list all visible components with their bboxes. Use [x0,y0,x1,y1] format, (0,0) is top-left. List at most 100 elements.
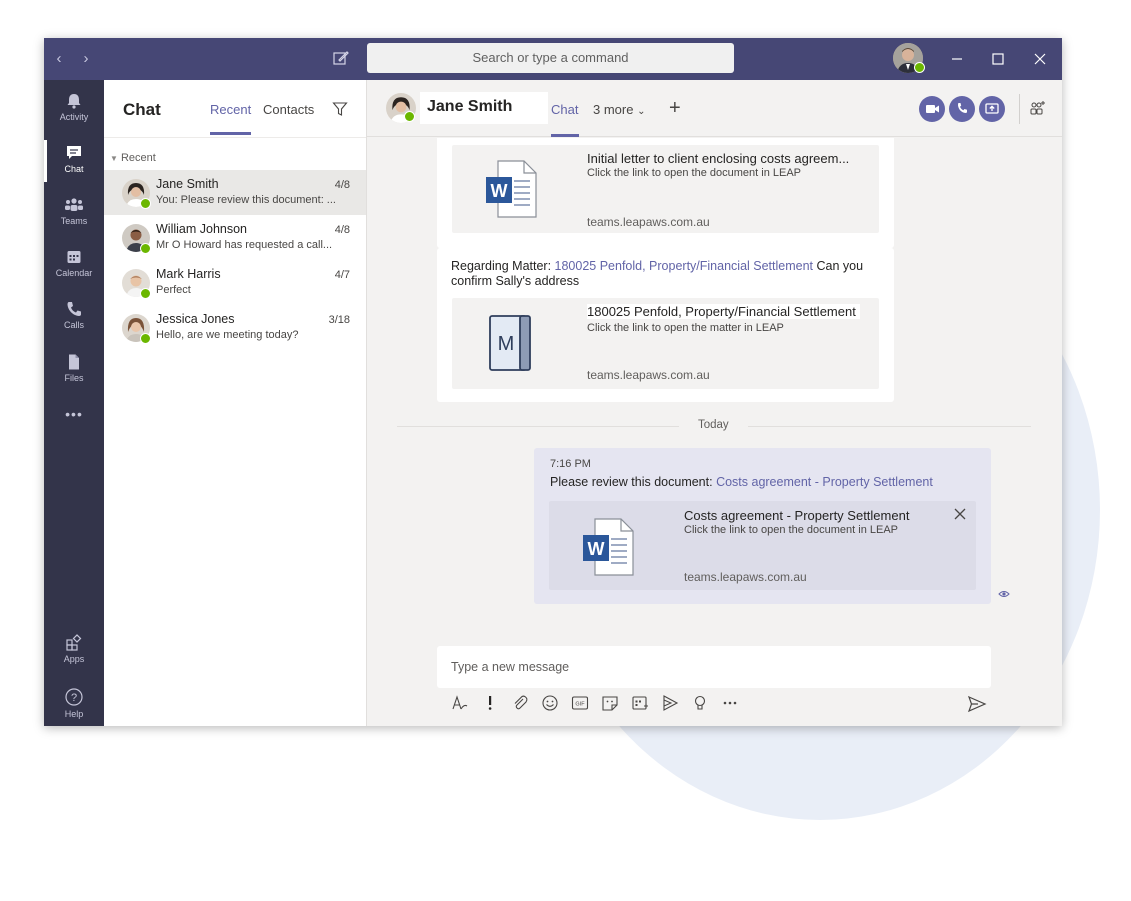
attachment-link[interactable]: teams.leapaws.com.au [587,368,710,382]
conversation-mark-harris[interactable]: Mark Harris 4/7 Perfect [104,260,366,305]
share-screen-button[interactable] [979,96,1005,122]
more-icon: ••• [65,406,83,422]
message-text: Please review this document: Costs agree… [550,475,933,489]
schedule-meeting-icon[interactable] [631,694,649,712]
phone-icon [67,302,81,316]
rail-apps[interactable]: Apps [44,626,104,676]
rail-teams[interactable]: Teams [44,188,104,238]
section-label-text: Recent [120,152,156,164]
conversation-william-johnson[interactable]: William Johnson 4/8 Mr O Howard has requ… [104,215,366,260]
help-icon: ? [65,688,83,706]
conversation-jane-smith[interactable]: Jane Smith 4/8 You: Please review this d… [104,170,366,215]
conversation-preview: Perfect [156,284,191,296]
video-call-button[interactable] [919,96,945,122]
presence-available-icon [140,198,151,209]
matter-icon: M [489,315,531,371]
tab-more-label: 3 more [593,102,634,117]
panel-title: Chat [123,100,161,119]
filter-icon[interactable] [332,101,348,117]
attachment-title: Initial letter to client enclosing costs… [587,151,850,166]
gif-icon[interactable]: GIF [571,694,589,712]
attachment-card[interactable]: M 180025 Penfold, Property/Financial Set… [452,298,879,389]
compose-icon[interactable] [332,49,350,67]
conversation-name: Jane Smith [156,177,219,191]
attachment-card[interactable]: W Costs agreement - Property Settlement … [549,501,976,590]
document-link[interactable]: Costs agreement - Property Settlement [716,475,933,489]
conversation-jessica-jones[interactable]: Jessica Jones 3/18 Hello, are we meeting… [104,305,366,350]
section-recent[interactable]: ▼ Recent [110,152,156,164]
attachment-subtitle: Click the link to open the matter in LEA… [587,322,784,334]
contact-name-box: Jane Smith [420,92,548,124]
more-options-icon[interactable] [721,694,739,712]
svg-text:?: ? [71,692,77,704]
rail-label: Calendar [55,268,93,278]
send-icon[interactable] [967,694,987,714]
conversation-name: William Johnson [156,222,248,236]
audio-call-button[interactable] [949,96,975,122]
share-screen-icon [985,103,999,114]
chat-list-panel: Chat Recent Contacts ▼ Recent Jane Smith… [104,80,367,726]
rail-activity[interactable]: Activity [44,84,104,134]
svg-text:GIF: GIF [575,702,585,708]
tab-more[interactable]: 3 more ⌄ [593,102,645,117]
rail-label: Files [64,373,84,383]
teams-window: ‹ › Search or type a command Activity Ch… [44,38,1062,726]
tab-contacts[interactable]: Contacts [263,102,314,117]
attachment-link[interactable]: teams.leapaws.com.au [587,215,710,229]
rail-calendar[interactable]: Calendar [44,240,104,290]
add-tab-button[interactable]: + [669,97,681,120]
attachment-link[interactable]: teams.leapaws.com.au [684,570,807,584]
important-icon[interactable] [481,694,499,712]
message-time: 7:16 PM [550,458,591,470]
close-icon[interactable] [953,507,967,521]
presence-available-icon [140,288,151,299]
format-icon[interactable] [451,694,469,712]
attachment-title: 180025 Penfold, Property/Financial Settl… [587,304,860,319]
rail-files[interactable]: Files [44,345,104,395]
rail-help[interactable]: ? Help [44,679,104,726]
add-people-icon[interactable] [1029,100,1047,118]
conversation-preview: Hello, are we meeting today? [156,329,299,341]
attach-icon[interactable] [511,694,529,712]
tab-chat[interactable]: Chat [551,102,578,117]
message-input-placeholder: Type a new message [451,660,570,674]
tab-recent[interactable]: Recent [210,102,251,117]
divider [104,137,366,138]
conversation-name: Jessica Jones [156,312,235,326]
presence-available-icon [404,111,415,122]
matter-icon-letter: M [498,333,515,355]
attachment-card[interactable]: W Initial letter to client enclosing cos… [452,145,879,233]
back-icon[interactable]: ‹ [52,50,66,67]
message-list[interactable]: W Initial letter to client enclosing cos… [367,138,1062,726]
conversation-preview: You: Please review this document: ... [156,194,336,206]
maximize-icon[interactable] [987,48,1009,70]
svg-text:W: W [588,539,605,559]
rail-chat[interactable]: Chat [44,136,104,186]
praise-icon[interactable] [691,694,709,712]
message-prefix: Please review this document: [550,475,717,489]
forward-icon[interactable]: › [79,50,93,67]
conversation-date: 4/8 [334,179,350,191]
apps-icon [66,634,82,651]
message-input[interactable]: Type a new message [437,646,991,688]
attachment-title: Costs agreement - Property Settlement [684,508,910,523]
minimize-icon[interactable] [946,48,968,70]
divider [1019,94,1020,124]
file-icon [69,354,79,370]
emoji-icon[interactable] [541,694,559,712]
divider [748,426,1031,427]
app-rail: Activity Chat Teams Calendar Calls Files… [44,80,104,726]
rail-more[interactable]: ••• [44,406,104,436]
bell-icon [67,94,81,109]
video-icon [926,105,939,113]
sticker-icon[interactable] [601,694,619,712]
attachment-subtitle: Click the link to open the document in L… [684,524,899,536]
close-icon[interactable] [1029,48,1051,70]
stream-icon[interactable] [661,694,679,712]
search-input[interactable]: Search or type a command [367,43,734,73]
message-prefix: Regarding Matter: [451,259,555,273]
svg-text:W: W [491,181,508,201]
rail-calls[interactable]: Calls [44,292,104,342]
matter-link[interactable]: 180025 Penfold, Property/Financial Settl… [555,259,814,273]
conversation-preview: Mr O Howard has requested a call... [156,239,333,251]
